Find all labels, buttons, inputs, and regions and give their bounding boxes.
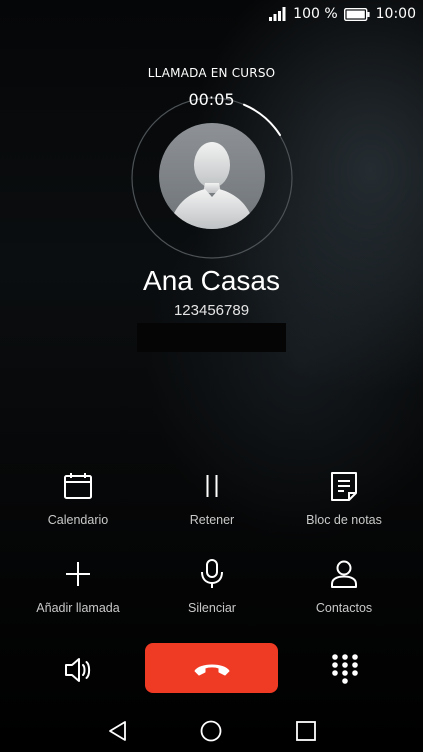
contact-avatar <box>159 123 265 229</box>
status-right: 100 % 10:00 <box>269 6 416 22</box>
battery-icon <box>343 7 370 21</box>
hold-button[interactable]: Retener <box>142 470 282 527</box>
contacts-button[interactable]: Contactos <box>274 558 414 615</box>
add-call-label: Añadir llamada <box>36 601 120 615</box>
info-placeholder <box>137 323 286 352</box>
person-icon <box>331 560 357 588</box>
back-triangle-icon[interactable] <box>106 719 130 743</box>
signal-icon <box>269 7 286 21</box>
battery-percentage: 100 % <box>293 6 338 22</box>
pause-icon <box>206 475 218 497</box>
notes-icon <box>331 472 357 501</box>
contact-number: 123456789 <box>173 302 250 319</box>
speaker-icon[interactable] <box>60 652 96 688</box>
mute-button[interactable]: Silenciar <box>142 558 282 615</box>
dialpad-icon[interactable] <box>326 651 364 689</box>
calendar-label: Calendario <box>47 513 109 527</box>
contacts-label: Contactos <box>315 601 373 615</box>
phone-hangup-icon <box>194 664 229 676</box>
end-call-button[interactable] <box>145 643 278 693</box>
recents-square-icon[interactable] <box>294 719 318 743</box>
person-silhouette-icon <box>169 142 255 229</box>
plus-icon <box>66 562 90 586</box>
hold-label: Retener <box>189 513 235 527</box>
status-bar: 100 % 10:00 <box>0 0 423 30</box>
status-time: 10:00 <box>375 6 416 22</box>
notes-label: Bloc de notas <box>306 513 382 527</box>
add-call-button[interactable]: Añadir llamada <box>8 558 148 615</box>
call-timer: 00:05 <box>188 90 235 109</box>
call-screen: 100 % 10:00 LLAMADA EN CURSO 00:05 Ana C… <box>0 0 423 752</box>
calendar-icon <box>64 473 92 499</box>
mute-label: Silenciar <box>188 601 236 615</box>
call-status-label: LLAMADA EN CURSO <box>147 66 276 80</box>
microphone-icon <box>201 559 223 588</box>
home-circle-icon[interactable] <box>199 719 223 743</box>
notes-button[interactable]: Bloc de notas <box>274 470 414 527</box>
calendar-button[interactable]: Calendario <box>8 470 148 527</box>
contact-name: Ana Casas <box>143 265 280 296</box>
